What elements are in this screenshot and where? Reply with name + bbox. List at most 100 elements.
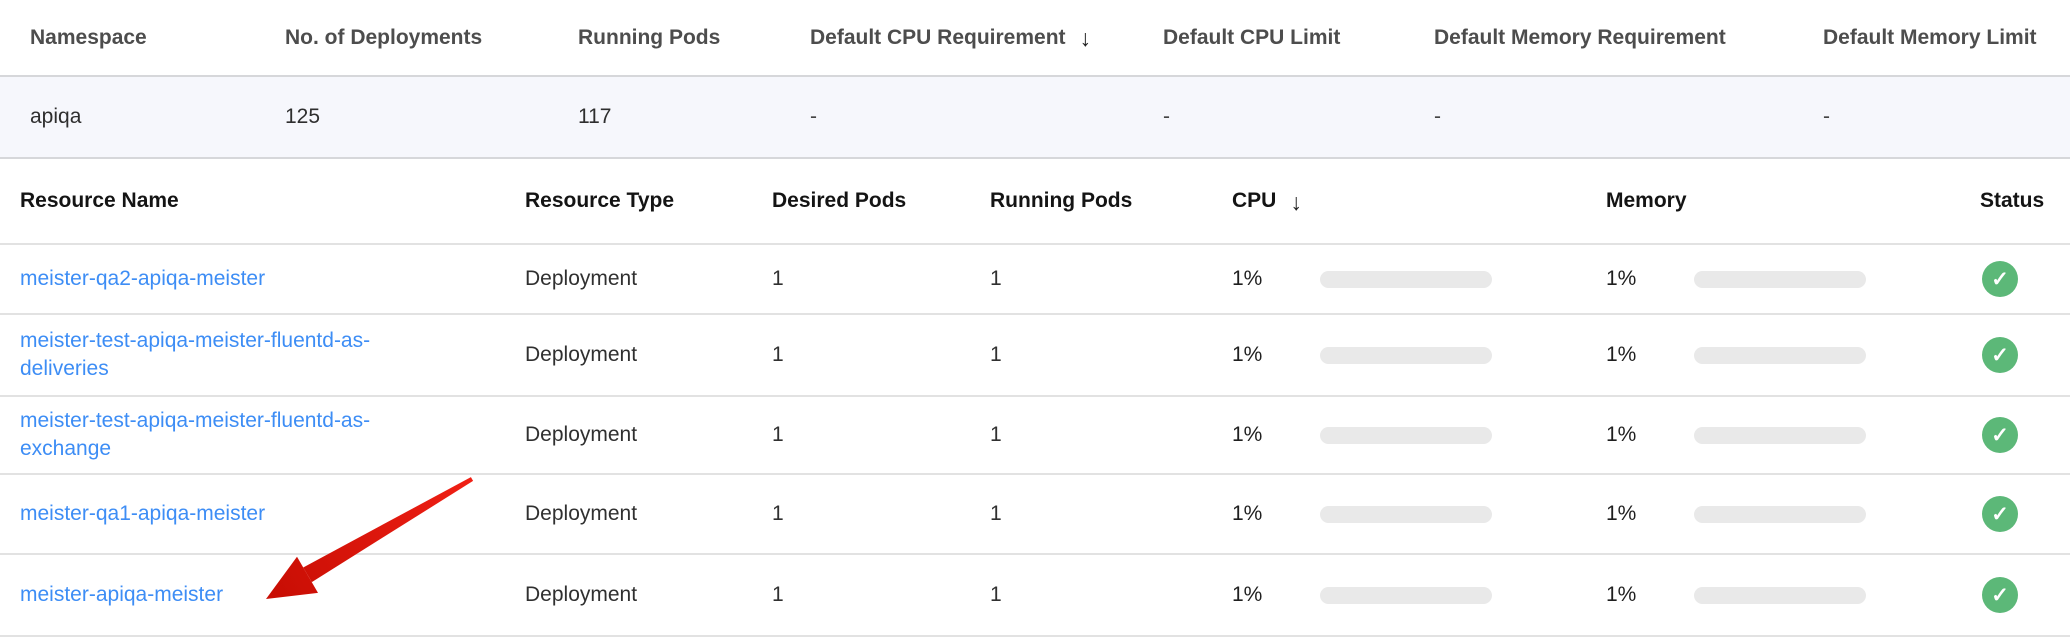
cpu-progress-bar bbox=[1320, 427, 1492, 444]
default-memory-limit-cell: - bbox=[1823, 105, 2070, 129]
resource-type-cell: Deployment bbox=[525, 583, 772, 607]
running-pods-cell: 117 bbox=[578, 105, 810, 129]
memory-progress-bar bbox=[1694, 427, 1866, 444]
resource-type-cell: Deployment bbox=[525, 502, 772, 526]
default-cpu-requirement-cell: - bbox=[810, 105, 1163, 129]
memory-progress-bar bbox=[1694, 347, 1866, 364]
resource-link[interactable]: meister-qa2-apiqa-meister bbox=[20, 265, 265, 293]
sort-descending-icon: ↓ bbox=[1080, 27, 1092, 50]
resource-name-cell: meister-test-apiqa-meister-fluentd-as-de… bbox=[20, 327, 525, 382]
status-cell: ✓ bbox=[1980, 261, 2070, 297]
status-healthy-icon: ✓ bbox=[1982, 261, 2018, 297]
col-header-status[interactable]: Status bbox=[1980, 189, 2070, 213]
resource-row: meister-qa1-apiqa-meister Deployment 1 1… bbox=[0, 475, 2070, 555]
cpu-progress-bar bbox=[1320, 587, 1492, 604]
running-pods-cell: 1 bbox=[990, 423, 1232, 447]
col-header-label: Default CPU Requirement bbox=[810, 26, 1066, 50]
resource-type-cell: Deployment bbox=[525, 423, 772, 447]
col-header-label: Running Pods bbox=[990, 189, 1132, 213]
status-cell: ✓ bbox=[1980, 337, 2070, 373]
col-header-label: Memory bbox=[1606, 189, 1687, 213]
status-cell: ✓ bbox=[1980, 577, 2070, 613]
col-header-no-of-deployments[interactable]: No. of Deployments bbox=[285, 26, 578, 50]
cpu-percent: 1% bbox=[1232, 423, 1320, 447]
col-header-resource-name[interactable]: Resource Name bbox=[20, 189, 525, 213]
col-header-resource-type[interactable]: Resource Type bbox=[525, 189, 772, 213]
resource-row: meister-apiqa-meister Deployment 1 1 1% … bbox=[0, 555, 2070, 637]
status-healthy-icon: ✓ bbox=[1982, 496, 2018, 532]
status-healthy-icon: ✓ bbox=[1982, 577, 2018, 613]
resource-type-cell: Deployment bbox=[525, 267, 772, 291]
namespace-cell: apiqa bbox=[30, 105, 285, 129]
status-cell: ✓ bbox=[1980, 496, 2070, 532]
memory-cell: 1% bbox=[1606, 343, 1980, 367]
col-header-running-pods[interactable]: Running Pods bbox=[578, 26, 810, 50]
resource-table-header: Resource Name Resource Type Desired Pods… bbox=[0, 159, 2070, 245]
resource-row: meister-test-apiqa-meister-fluentd-as-ex… bbox=[0, 397, 2070, 475]
memory-cell: 1% bbox=[1606, 583, 1980, 607]
col-header-label: Default Memory Limit bbox=[1823, 26, 2037, 50]
default-cpu-limit-cell: - bbox=[1163, 105, 1434, 129]
namespace-table: Namespace No. of Deployments Running Pod… bbox=[0, 0, 2070, 159]
memory-cell: 1% bbox=[1606, 423, 1980, 447]
resource-link[interactable]: meister-qa1-apiqa-meister bbox=[20, 500, 265, 528]
memory-cell: 1% bbox=[1606, 267, 1980, 291]
memory-percent: 1% bbox=[1606, 343, 1694, 367]
desired-pods-cell: 1 bbox=[772, 267, 990, 291]
memory-progress-bar bbox=[1694, 587, 1866, 604]
cpu-percent: 1% bbox=[1232, 267, 1320, 291]
default-memory-requirement-cell: - bbox=[1434, 105, 1823, 129]
resource-type-cell: Deployment bbox=[525, 343, 772, 367]
cpu-cell: 1% bbox=[1232, 267, 1606, 291]
resource-link[interactable]: meister-test-apiqa-meister-fluentd-as-ex… bbox=[20, 407, 385, 462]
col-header-label: Status bbox=[1980, 189, 2044, 213]
resource-link[interactable]: meister-test-apiqa-meister-fluentd-as-de… bbox=[20, 327, 385, 382]
resource-table: Resource Name Resource Type Desired Pods… bbox=[0, 159, 2070, 637]
col-header-label: CPU bbox=[1232, 189, 1276, 213]
col-header-label: Namespace bbox=[30, 26, 147, 50]
resource-name-cell: meister-apiqa-meister bbox=[20, 581, 525, 609]
col-header-default-cpu-limit[interactable]: Default CPU Limit bbox=[1163, 26, 1434, 50]
col-header-running-pods[interactable]: Running Pods bbox=[990, 189, 1232, 213]
resource-row: meister-test-apiqa-meister-fluentd-as-de… bbox=[0, 315, 2070, 397]
desired-pods-cell: 1 bbox=[772, 502, 990, 526]
resource-name-cell: meister-test-apiqa-meister-fluentd-as-ex… bbox=[20, 407, 525, 462]
col-header-default-memory-limit[interactable]: Default Memory Limit bbox=[1823, 26, 2070, 50]
cpu-percent: 1% bbox=[1232, 343, 1320, 367]
col-header-default-cpu-requirement[interactable]: Default CPU Requirement ↓ bbox=[810, 26, 1163, 50]
cpu-cell: 1% bbox=[1232, 343, 1606, 367]
col-header-label: Default Memory Requirement bbox=[1434, 26, 1726, 50]
cpu-cell: 1% bbox=[1232, 502, 1606, 526]
running-pods-cell: 1 bbox=[990, 343, 1232, 367]
col-header-cpu[interactable]: CPU ↓ bbox=[1232, 189, 1606, 213]
namespace-row[interactable]: apiqa 125 117 - - - - bbox=[0, 77, 2070, 159]
resource-name-cell: meister-qa1-apiqa-meister bbox=[20, 500, 525, 528]
resource-row: meister-qa2-apiqa-meister Deployment 1 1… bbox=[0, 245, 2070, 315]
resource-link-annotated[interactable]: meister-apiqa-meister bbox=[20, 581, 223, 609]
memory-progress-bar bbox=[1694, 271, 1866, 288]
memory-percent: 1% bbox=[1606, 502, 1694, 526]
cpu-progress-bar bbox=[1320, 271, 1492, 288]
running-pods-cell: 1 bbox=[990, 502, 1232, 526]
col-header-label: Resource Name bbox=[20, 189, 179, 213]
memory-progress-bar bbox=[1694, 506, 1866, 523]
memory-percent: 1% bbox=[1606, 267, 1694, 291]
col-header-label: No. of Deployments bbox=[285, 26, 482, 50]
cpu-percent: 1% bbox=[1232, 583, 1320, 607]
memory-percent: 1% bbox=[1606, 423, 1694, 447]
running-pods-cell: 1 bbox=[990, 583, 1232, 607]
status-cell: ✓ bbox=[1980, 417, 2070, 453]
memory-percent: 1% bbox=[1606, 583, 1694, 607]
desired-pods-cell: 1 bbox=[772, 423, 990, 447]
resource-name-cell: meister-qa2-apiqa-meister bbox=[20, 265, 525, 293]
col-header-default-memory-requirement[interactable]: Default Memory Requirement bbox=[1434, 26, 1823, 50]
col-header-label: Desired Pods bbox=[772, 189, 906, 213]
memory-cell: 1% bbox=[1606, 502, 1980, 526]
col-header-desired-pods[interactable]: Desired Pods bbox=[772, 189, 990, 213]
desired-pods-cell: 1 bbox=[772, 583, 990, 607]
col-header-memory[interactable]: Memory bbox=[1606, 189, 1980, 213]
col-header-namespace[interactable]: Namespace bbox=[30, 26, 285, 50]
status-healthy-icon: ✓ bbox=[1982, 337, 2018, 373]
running-pods-cell: 1 bbox=[990, 267, 1232, 291]
col-header-label: Resource Type bbox=[525, 189, 674, 213]
